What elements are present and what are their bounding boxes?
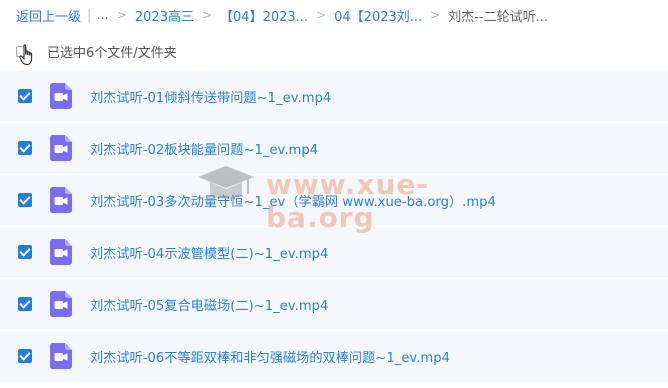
divider: |: [87, 7, 92, 23]
video-file-icon: [50, 135, 72, 162]
breadcrumb-item-3[interactable]: 04【2023刘...: [334, 6, 422, 25]
video-file-icon: [50, 239, 72, 266]
back-link[interactable]: 返回上一级: [16, 6, 81, 25]
file-row[interactable]: 刘杰试听-04示波管模型(二)~1_ev.mp4: [0, 226, 668, 279]
chevron-right-icon: >: [316, 8, 327, 22]
file-row[interactable]: 刘杰试听-05复合电磁场(二)~1_ev.mp4: [0, 278, 668, 331]
row-checkbox[interactable]: [18, 193, 32, 208]
selection-count-text: 已选中6个文件/文件夹: [47, 45, 177, 61]
file-list: 刘杰试听-01倾斜传送带问题~1_ev.mp4 刘杰试听-02板块能量问题~1_…: [0, 71, 668, 383]
breadcrumb-item-1[interactable]: 2023高三: [135, 6, 194, 25]
row-checkbox[interactable]: [18, 245, 32, 260]
file-row[interactable]: 刘杰试听-06不等距双棒和非匀强磁场的双棒问题~1_ev.mp4: [0, 330, 668, 383]
video-file-icon: [50, 291, 72, 318]
selection-bar: 已选中6个文件/文件夹: [16, 40, 656, 62]
file-name[interactable]: 刘杰试听-02板块能量问题~1_ev.mp4: [90, 139, 318, 158]
chevron-right-icon: >: [430, 8, 441, 22]
video-file-icon: [50, 187, 72, 214]
breadcrumb-current: 刘杰--二轮试听...: [448, 9, 548, 25]
file-name[interactable]: 刘杰试听-01倾斜传送带问题~1_ev.mp4: [90, 87, 331, 106]
breadcrumb: 返回上一级 | ... > 2023高三 > 【04】2023... > 04【…: [16, 4, 656, 26]
video-file-icon: [50, 83, 72, 110]
chevron-right-icon: >: [116, 8, 127, 22]
file-name[interactable]: 刘杰试听-05复合电磁场(二)~1_ev.mp4: [90, 295, 328, 314]
chevron-right-icon: >: [201, 8, 213, 22]
file-row[interactable]: 刘杰试听-03多次动量守恒~1_ev（学霸网 www.xue-ba.org）.m…: [0, 174, 668, 227]
row-checkbox[interactable]: [18, 349, 32, 364]
breadcrumb-item-2[interactable]: 【04】2023...: [220, 6, 308, 25]
file-name[interactable]: 刘杰试听-06不等距双棒和非匀强磁场的双棒问题~1_ev.mp4: [90, 347, 450, 366]
file-name[interactable]: 刘杰试听-04示波管模型(二)~1_ev.mp4: [90, 243, 328, 262]
row-checkbox[interactable]: [18, 89, 32, 104]
file-name[interactable]: 刘杰试听-03多次动量守恒~1_ev（学霸网 www.xue-ba.org）.m…: [90, 191, 496, 210]
breadcrumb-ellipsis[interactable]: ...: [96, 8, 108, 23]
file-row[interactable]: 刘杰试听-01倾斜传送带问题~1_ev.mp4: [0, 71, 668, 123]
hand-cursor-icon: [19, 44, 33, 66]
file-row[interactable]: 刘杰试听-02板块能量问题~1_ev.mp4: [0, 122, 668, 175]
row-checkbox[interactable]: [18, 141, 32, 156]
row-checkbox[interactable]: [18, 297, 32, 312]
video-file-icon: [50, 343, 72, 370]
